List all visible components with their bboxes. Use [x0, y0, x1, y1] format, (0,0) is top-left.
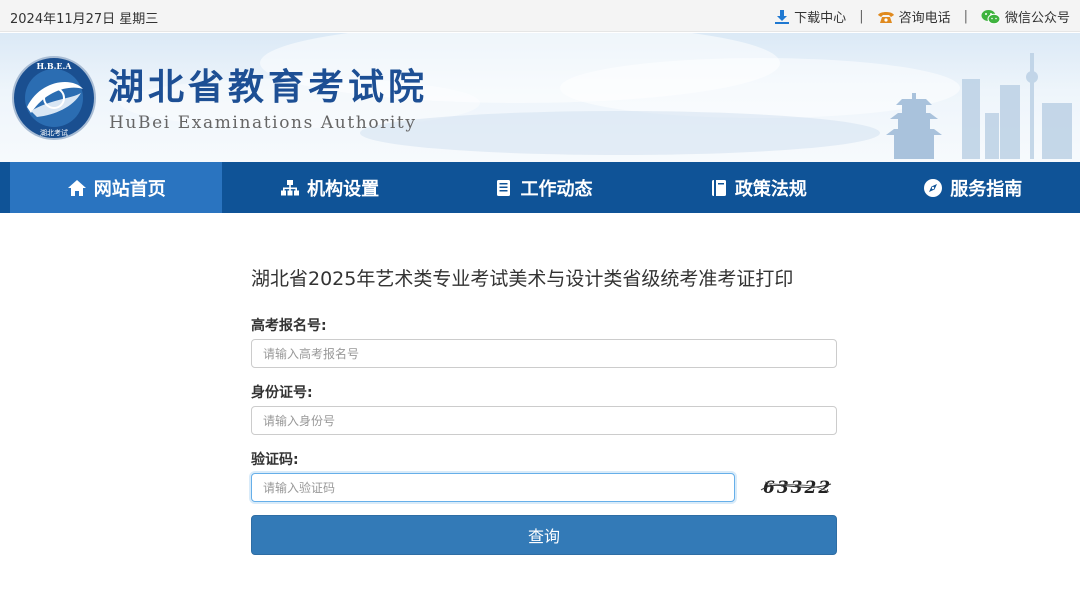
separator: | — [963, 9, 968, 24]
home-icon — [67, 179, 87, 197]
wechat-account-label: 微信公众号 — [1004, 11, 1070, 26]
exam-number-label: 高考报名号: — [251, 318, 327, 334]
page-title: 湖北省2025年艺术类专业考试美术与设计类省级统考准考证打印 — [251, 268, 794, 290]
nav-item-service-guide[interactable]: 服务指南 — [866, 162, 1080, 213]
hbea-logo: H.B.E.A 湖北考试 — [12, 56, 96, 140]
logo-text: H.B.E.A — [37, 61, 73, 71]
download-center-label: 下载中心 — [794, 11, 847, 26]
compass-icon — [923, 178, 943, 198]
id-number-input[interactable] — [251, 406, 837, 435]
top-bar: 2024年11月27日 星期三 下载中心 | 咨询电话 | 微信公众号 — [0, 0, 1080, 32]
nav-item-label: 网站首页 — [93, 178, 166, 200]
download-icon — [774, 9, 790, 25]
wechat-account-link[interactable]: 微信公众号 — [981, 7, 1070, 26]
header-banner: H.B.E.A 湖北考试 湖北省教育考试院 HuBei Examinations… — [0, 33, 1080, 162]
site-title: 湖北省教育考试院 — [108, 66, 429, 108]
nav-item-organization[interactable]: 机构设置 — [222, 162, 436, 213]
nav-item-label: 工作动态 — [520, 178, 593, 200]
consult-phone-label: 咨询电话 — [898, 11, 951, 26]
download-center-link[interactable]: 下载中心 — [774, 7, 846, 26]
captcha-label: 验证码: — [251, 452, 299, 468]
id-number-label: 身份证号: — [251, 385, 313, 401]
nav-item-policy[interactable]: 政策法规 — [651, 162, 865, 213]
captcha-image[interactable]: 63322 — [759, 474, 833, 502]
current-date: 2024年11月27日 星期三 — [10, 12, 159, 27]
top-links: 下载中心 | 咨询电话 | 微信公众号 — [774, 7, 1070, 26]
query-button[interactable]: 查询 — [251, 515, 837, 555]
wechat-icon — [981, 9, 1001, 25]
sitemap-icon — [280, 179, 300, 197]
site-title-en: HuBei Examinations Authority — [109, 113, 417, 133]
captcha-input[interactable] — [251, 473, 735, 502]
nav-item-label: 服务指南 — [950, 178, 1023, 200]
consult-phone-link[interactable]: 咨询电话 — [877, 7, 951, 26]
logo-subtext: 湖北考试 — [40, 128, 68, 137]
nav-item-label: 机构设置 — [307, 178, 380, 200]
main-nav: 网站首页 机构设置 工作动态 政策法规 服务指南 — [0, 162, 1080, 213]
nav-item-home[interactable]: 网站首页 — [10, 162, 223, 213]
captcha-noise — [760, 481, 832, 493]
document-icon — [495, 179, 513, 197]
nav-item-label: 政策法规 — [734, 178, 807, 200]
separator: | — [859, 9, 864, 24]
exam-number-input[interactable] — [251, 339, 837, 368]
nav-item-news[interactable]: 工作动态 — [437, 162, 651, 213]
book-icon — [710, 179, 728, 197]
phone-icon — [877, 9, 895, 25]
